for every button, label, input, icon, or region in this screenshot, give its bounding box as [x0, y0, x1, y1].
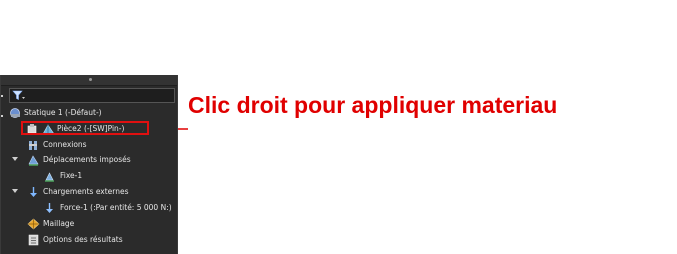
tree-item-mesh[interactable]: Maillage: [1, 217, 179, 231]
connections-label: Connexions: [43, 140, 87, 149]
annotation-text: Clic droit pour appliquer materiau: [188, 92, 558, 118]
filter-icon[interactable]: [12, 90, 26, 101]
force-arrow-icon: [46, 203, 53, 213]
loads-label: Chargements externes: [43, 187, 129, 196]
external-loads-icon: [30, 187, 37, 197]
study-label: Statique 1 (-Défaut-): [24, 108, 102, 117]
force-label: Force-1 (:Par entité: 5 000 N:): [60, 203, 172, 212]
mesh-icon: [27, 218, 40, 230]
connections-icon: [29, 141, 37, 150]
results-options-icon: [28, 234, 39, 246]
expander-icon[interactable]: [12, 189, 18, 193]
static-study-icon: [10, 108, 20, 118]
results-options-label: Options des résultats: [43, 235, 123, 244]
panel-header: [1, 75, 177, 86]
panel-handle[interactable]: [89, 78, 92, 81]
fixture-label: Fixe-1: [60, 171, 83, 180]
tree-item-fixture[interactable]: Fixe-1: [1, 169, 179, 183]
tree-item-loads[interactable]: Chargements externes: [1, 185, 179, 199]
part-highlight-box: [21, 121, 149, 135]
simulation-tree-panel: Statique 1 (-Défaut-) Pièce2 (-[SW]Pin-)…: [0, 75, 178, 254]
fixtures-icon: [28, 155, 39, 166]
tree-item-force[interactable]: Force-1 (:Par entité: 5 000 N:): [1, 201, 179, 215]
expander-icon[interactable]: [12, 157, 18, 161]
left-marker: [1, 95, 3, 97]
tree-filter-bar[interactable]: [9, 88, 175, 103]
tree-item-fixtures[interactable]: Déplacements imposés: [1, 153, 179, 167]
tree-item-study[interactable]: Statique 1 (-Défaut-): [1, 106, 179, 120]
tree-item-connections[interactable]: Connexions: [1, 138, 179, 152]
mesh-label: Maillage: [43, 219, 75, 228]
fixtures-label: Déplacements imposés: [43, 155, 131, 164]
tree-item-results-options[interactable]: Options des résultats: [1, 233, 179, 247]
fixed-geometry-icon: [45, 172, 54, 182]
